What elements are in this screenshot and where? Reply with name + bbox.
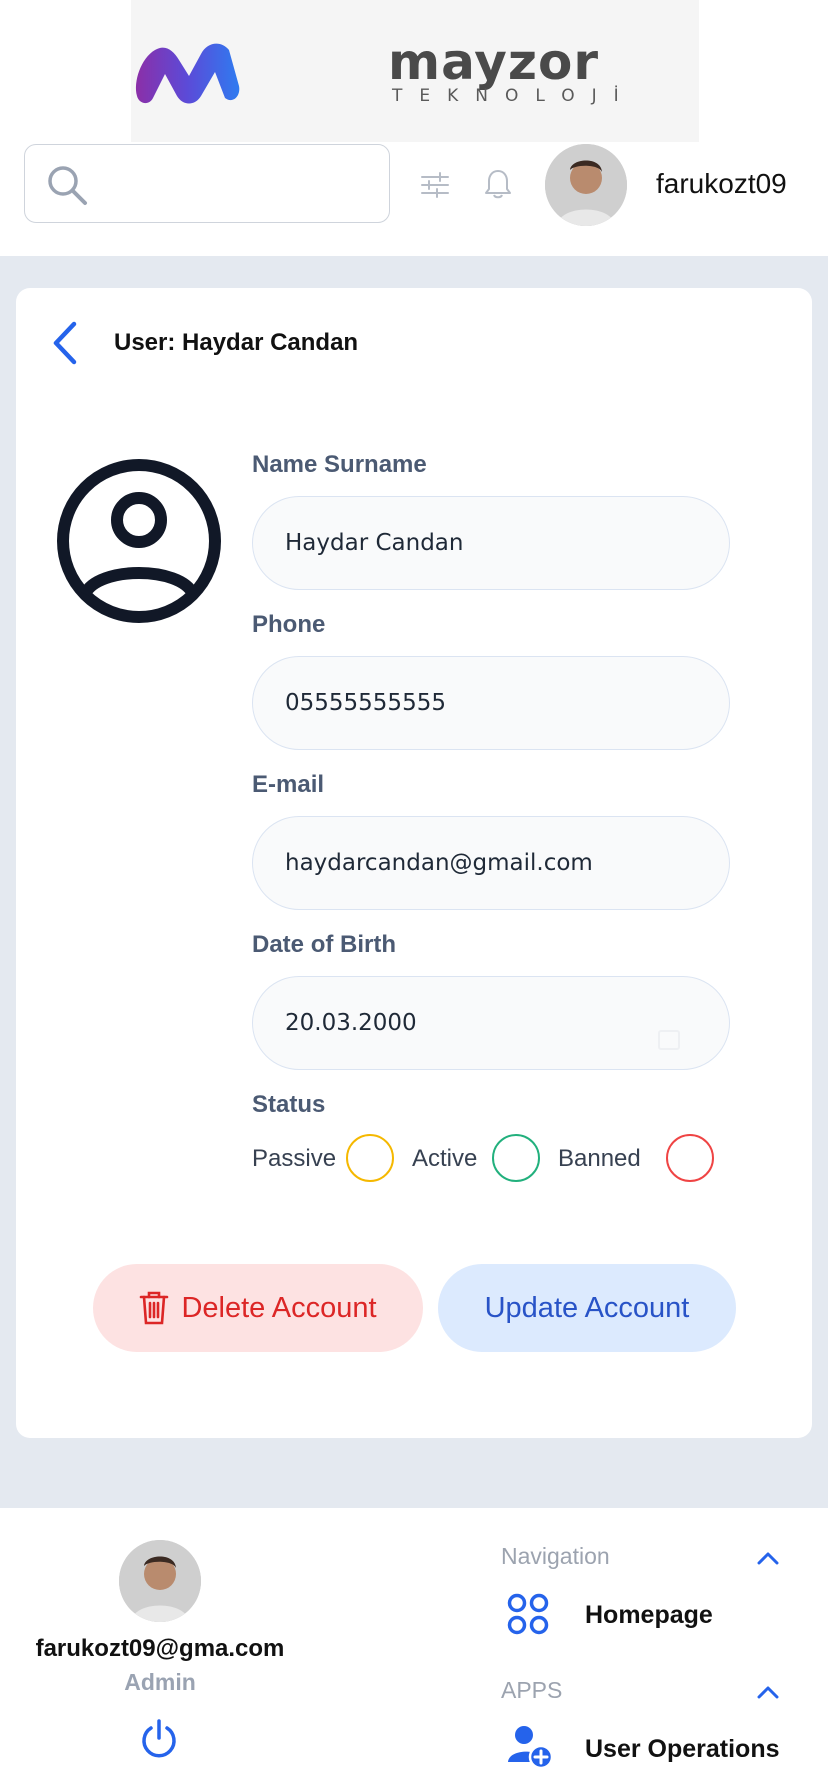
page-title: User: Haydar Candan <box>114 329 359 356</box>
name-field[interactable] <box>252 496 730 590</box>
status-passive-label: Passive <box>252 1145 337 1172</box>
update-account-label: Update Account <box>484 1291 690 1324</box>
bell-icon[interactable] <box>484 168 512 200</box>
logo-wordmark: mayzor <box>388 33 600 91</box>
status-label: Status <box>252 1091 326 1118</box>
add-user-icon <box>508 1726 554 1770</box>
phone-label: Phone <box>252 611 326 638</box>
status-active-label: Active <box>412 1145 478 1172</box>
email-label: E-mail <box>252 771 325 798</box>
search-input[interactable] <box>101 155 381 213</box>
bottom-panel: farukozt09@gma.com Admin Navigation Home… <box>0 1508 828 1792</box>
mayzor-logo-icon <box>135 43 240 104</box>
status-passive-radio[interactable] <box>346 1134 394 1182</box>
status-banned-radio[interactable] <box>666 1134 714 1182</box>
back-chevron-icon[interactable] <box>44 318 84 368</box>
user-detail-page: mayzor TEKNOLOJİ farukozt09 User: Haydar… <box>0 0 828 1792</box>
phone-field[interactable] <box>252 656 730 750</box>
name-label: Name Surname <box>252 451 427 478</box>
footer-avatar <box>119 1540 201 1622</box>
nav-user-operations[interactable]: User Operations <box>585 1734 780 1764</box>
user-circle-icon <box>57 459 221 623</box>
email-field[interactable] <box>252 816 730 910</box>
trash-icon <box>140 1291 169 1325</box>
delete-account-button[interactable]: Delete Account <box>93 1264 423 1352</box>
apps-section-label: APPS <box>501 1677 563 1703</box>
delete-account-label: Delete Account <box>181 1291 377 1324</box>
nav-homepage[interactable]: Homepage <box>585 1600 713 1630</box>
calendar-icon[interactable] <box>656 1026 682 1052</box>
top-header: mayzor TEKNOLOJİ farukozt09 <box>0 0 828 256</box>
dob-field[interactable] <box>252 976 730 1070</box>
search-box[interactable] <box>24 144 390 223</box>
header-avatar[interactable] <box>545 144 627 226</box>
chevron-up-icon[interactable] <box>756 1550 780 1566</box>
search-icon <box>48 166 87 205</box>
logo-subtitle: TEKNOLOJİ <box>392 86 636 106</box>
power-icon[interactable] <box>139 1718 179 1760</box>
homepage-apps-icon <box>507 1593 549 1635</box>
status-active-radio[interactable] <box>492 1134 540 1182</box>
user-detail-card: User: Haydar Candan Name Surname Phone E… <box>16 288 812 1438</box>
footer-email: farukozt09@gma.com <box>35 1635 285 1662</box>
chevron-up-icon[interactable] <box>756 1684 780 1700</box>
status-radio-group: Passive Active Banned <box>252 1134 714 1184</box>
header-username[interactable]: farukozt09 <box>656 164 787 204</box>
navigation-section-label: Navigation <box>501 1543 610 1569</box>
filter-sliders-icon[interactable] <box>420 170 450 200</box>
dob-label: Date of Birth <box>252 931 396 958</box>
update-account-button[interactable]: Update Account <box>438 1264 736 1352</box>
status-banned-label: Banned <box>558 1145 641 1172</box>
footer-role: Admin <box>124 1669 196 1695</box>
